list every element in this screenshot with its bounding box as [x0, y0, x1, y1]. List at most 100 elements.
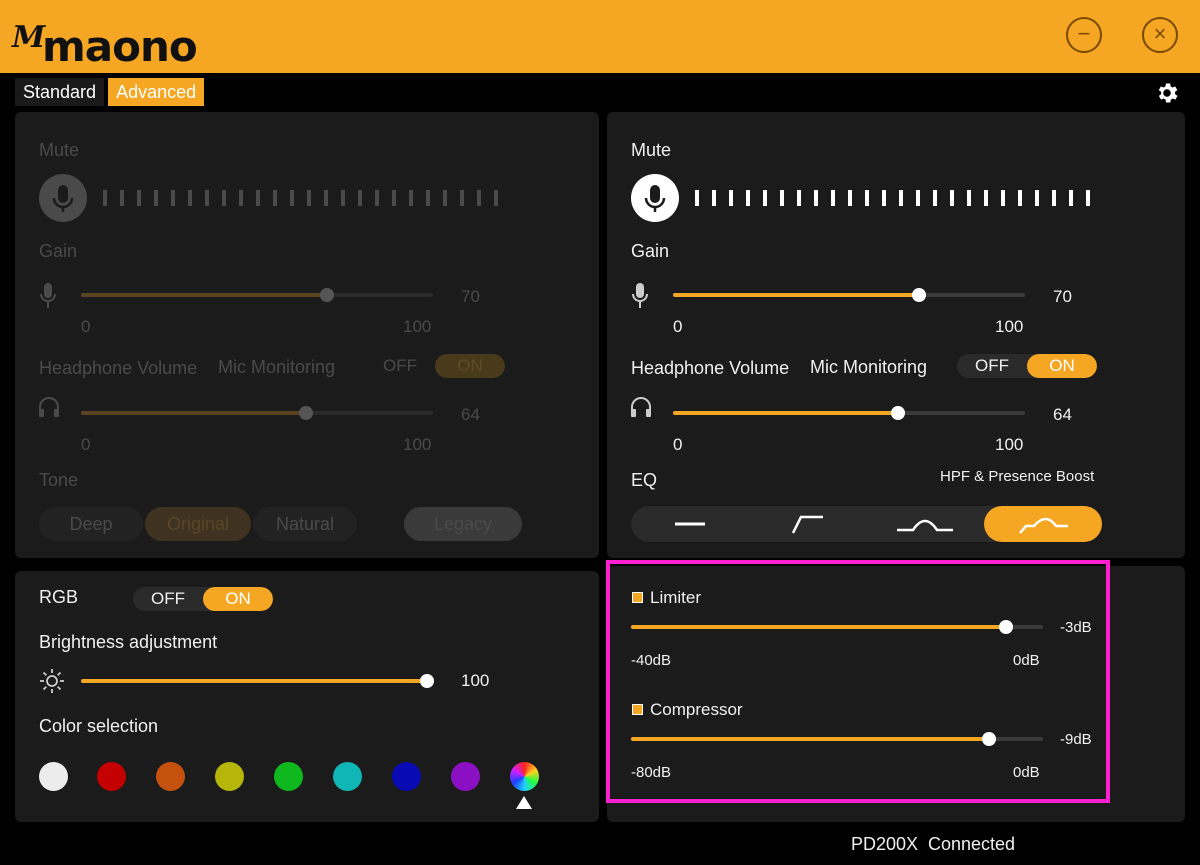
headphone-volume-slider[interactable]	[673, 406, 1025, 420]
eq-hpf-button[interactable]	[749, 506, 867, 542]
mute-toggle-button[interactable]	[39, 174, 87, 222]
limiter-checkbox[interactable]	[632, 592, 643, 603]
legacy-button[interactable]: Legacy	[404, 507, 522, 541]
gain-value: 70	[461, 287, 480, 306]
compressor-slider[interactable]	[631, 732, 1043, 746]
color-swatch-orange[interactable]	[156, 762, 185, 791]
gain-value: 70	[1053, 287, 1072, 306]
tab-advanced[interactable]: Advanced	[108, 78, 205, 106]
gain-label: Gain	[39, 241, 78, 261]
advanced-settings-panel: Mute Gain 70 0 100 Headphone Volume Mic …	[607, 112, 1185, 558]
close-button[interactable]: ×	[1142, 17, 1178, 53]
brightness-slider[interactable]	[81, 674, 434, 688]
headphone-icon	[39, 397, 59, 417]
eq-selector	[631, 506, 1102, 542]
eq-flat-button[interactable]	[631, 506, 749, 542]
device-name: PD200X	[851, 834, 919, 854]
color-swatch-rainbow[interactable]	[510, 762, 539, 791]
gain-slider-handle[interactable]	[912, 288, 927, 302]
mic-monitoring-off[interactable]: OFF	[957, 354, 1027, 378]
limiter-slider[interactable]	[631, 620, 1043, 634]
headphone-icon	[631, 397, 651, 417]
headphone-volume-handle[interactable]	[891, 406, 906, 420]
headphone-volume-value: 64	[1053, 405, 1072, 424]
standard-settings-panel: Mute Gain 70 0 100 Headphone Volume Mic …	[15, 112, 599, 558]
gain-mic-icon	[40, 283, 56, 308]
selected-color-indicator-icon	[516, 796, 532, 809]
headphone-min: 0	[673, 435, 683, 454]
hpf-icon	[791, 515, 823, 534]
compressor-min: -80dB	[631, 764, 672, 781]
mic-monitoring-toggle[interactable]: OFF ON	[957, 354, 1097, 378]
tone-natural-button[interactable]: Natural	[253, 507, 357, 541]
mic-monitoring-toggle[interactable]: OFF ON	[365, 354, 505, 378]
gain-mic-icon	[632, 283, 648, 308]
gain-min: 0	[673, 317, 683, 336]
rgb-on[interactable]: ON	[203, 587, 273, 611]
color-selection-label: Color selection	[39, 716, 159, 736]
limiter-slider-handle[interactable]	[998, 620, 1013, 634]
gain-min: 0	[81, 317, 91, 336]
tone-label: Tone	[39, 470, 79, 490]
color-swatch-blue[interactable]	[392, 762, 421, 791]
logo-text: maono	[42, 22, 198, 71]
rgb-off[interactable]: OFF	[133, 587, 203, 611]
tone-deep-button[interactable]: Deep	[39, 507, 143, 541]
flat-icon	[675, 522, 705, 526]
brightness-value: 100	[461, 671, 490, 690]
gain-slider[interactable]	[81, 288, 433, 302]
rgb-toggle[interactable]: OFF ON	[133, 587, 273, 611]
limiter-value: -3dB	[1060, 619, 1092, 636]
headphone-volume-value: 64	[461, 405, 480, 424]
mic-monitoring-label: Mic Monitoring	[218, 357, 336, 377]
color-swatch-yellow[interactable]	[215, 762, 244, 791]
limiter-max: 0dB	[1013, 652, 1040, 669]
level-meter	[103, 190, 498, 206]
hpf-presence-icon	[1019, 517, 1068, 534]
headphone-max: 100	[995, 435, 1024, 454]
headphone-volume-handle[interactable]	[299, 406, 314, 420]
compressor-value: -9dB	[1060, 731, 1092, 748]
headphone-max: 100	[403, 435, 432, 454]
title-bar: M maono − ×	[0, 0, 1200, 73]
limiter-label: Limiter	[650, 588, 702, 607]
microphone-icon	[644, 185, 666, 212]
mic-monitoring-on[interactable]: ON	[1027, 354, 1097, 378]
mic-monitoring-on[interactable]: ON	[435, 354, 505, 378]
gain-slider-handle[interactable]	[320, 288, 335, 302]
eq-mode-label: HPF & Presence Boost	[940, 468, 1095, 485]
minimize-button[interactable]: −	[1066, 17, 1102, 53]
tab-standard[interactable]: Standard	[15, 78, 105, 106]
headphone-volume-label: Headphone Volume	[631, 358, 790, 378]
color-swatch-green[interactable]	[274, 762, 303, 791]
microphone-icon	[52, 185, 74, 212]
gain-slider[interactable]	[673, 288, 1025, 302]
gain-label: Gain	[631, 241, 670, 261]
eq-presence-button[interactable]	[867, 506, 985, 542]
brightness-label: Brightness adjustment	[39, 632, 218, 652]
color-swatch-white[interactable]	[39, 762, 68, 791]
color-swatch-cyan[interactable]	[333, 762, 362, 791]
mute-toggle-button[interactable]	[631, 174, 679, 222]
tone-original-button[interactable]: Original	[145, 507, 251, 541]
limiter-min: -40dB	[631, 652, 672, 669]
compressor-label: Compressor	[650, 700, 743, 719]
logo-mark-icon: M	[12, 20, 46, 55]
brightness-slider-handle[interactable]	[420, 674, 434, 688]
settings-gear-icon[interactable]	[1154, 80, 1180, 106]
mode-tabs: Standard Advanced	[15, 78, 205, 106]
rgb-label: RGB	[39, 587, 79, 607]
mic-monitoring-off[interactable]: OFF	[365, 354, 435, 378]
color-swatch-purple[interactable]	[451, 762, 480, 791]
mute-label: Mute	[39, 140, 80, 160]
level-meter	[695, 190, 1090, 206]
compressor-checkbox[interactable]	[632, 704, 643, 715]
eq-label: EQ	[631, 470, 658, 490]
gain-max: 100	[403, 317, 432, 336]
eq-hpf-presence-button[interactable]	[984, 506, 1102, 542]
compressor-max: 0dB	[1013, 764, 1040, 781]
mute-label: Mute	[631, 140, 672, 160]
presence-icon	[897, 519, 953, 532]
headphone-volume-slider[interactable]	[81, 406, 433, 420]
color-swatch-red[interactable]	[97, 762, 126, 791]
